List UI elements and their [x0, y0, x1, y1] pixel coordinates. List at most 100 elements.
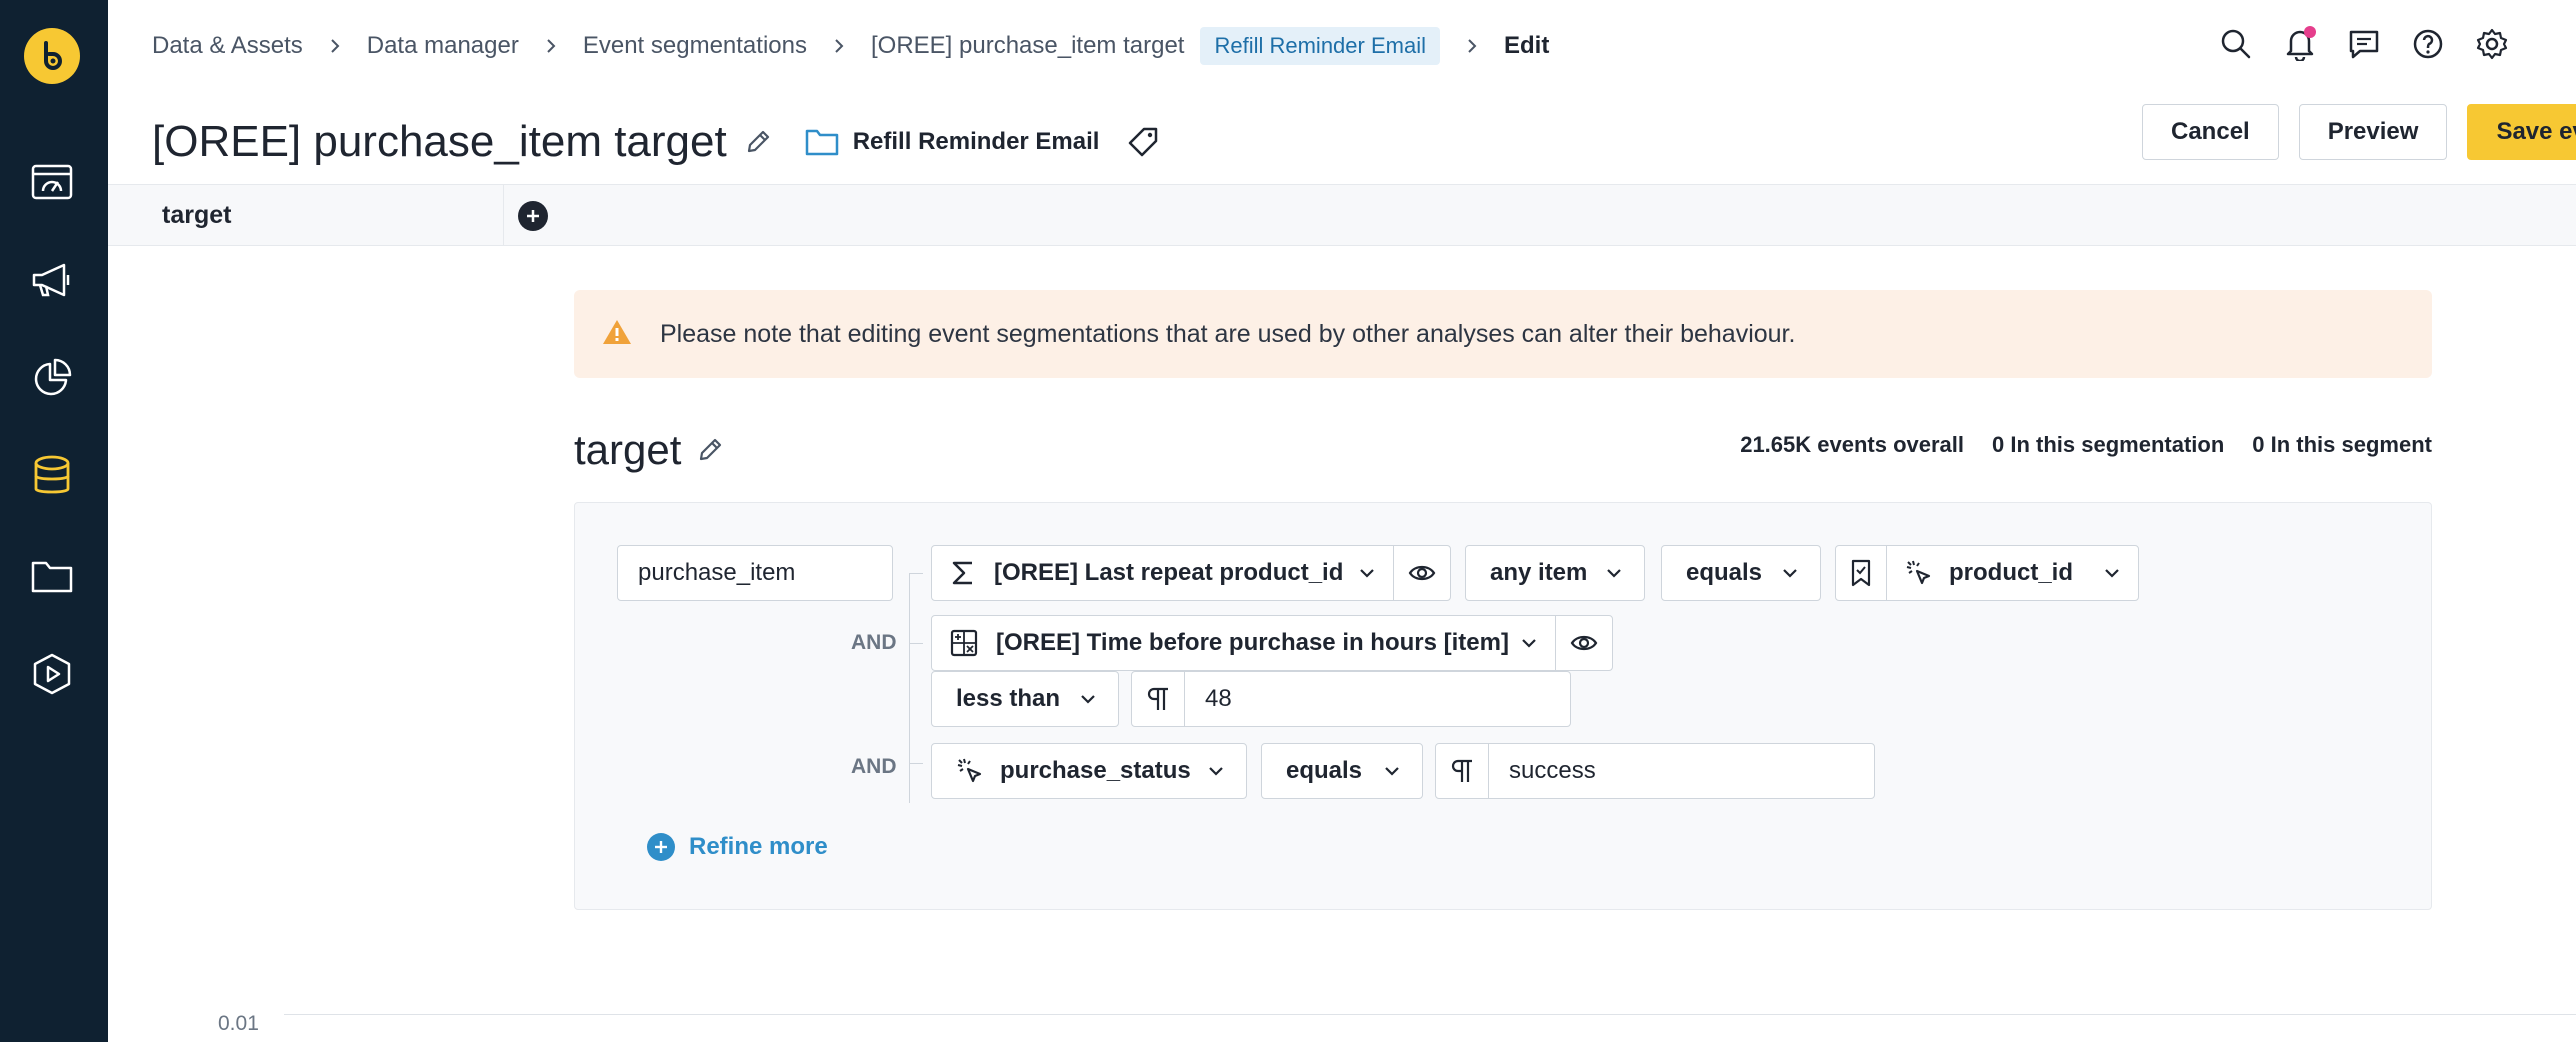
breadcrumb-data-manager[interactable]: Data manager [367, 32, 519, 60]
chart-y-tick: 0.01 [218, 1012, 259, 1035]
plus-circle-icon [647, 833, 675, 861]
text-type-pilcrow-icon [1436, 744, 1488, 798]
preview-button[interactable]: Preview [2298, 104, 2448, 160]
chevron-right-icon [1466, 37, 1478, 55]
calculator-expression-icon [950, 629, 978, 657]
save-button[interactable]: Save eve [2467, 104, 2576, 160]
logo-icon[interactable] [24, 28, 80, 84]
row3-attribute-select[interactable]: purchase_status [931, 743, 1247, 799]
and-operator: AND [851, 755, 897, 778]
filter-panel: purchase_item [OREE] Last repeat product… [574, 502, 2432, 910]
row1-value-label: product_id [1949, 559, 2073, 586]
chevron-right-icon [545, 37, 557, 55]
row1-attribute-label: [OREE] Last repeat product_id [994, 559, 1344, 586]
segment-title-text: target [574, 426, 682, 473]
data-database-icon[interactable] [28, 452, 76, 500]
row3-value-input[interactable]: success [1435, 743, 1875, 799]
segment-title: target [574, 420, 723, 480]
edit-segment-pencil-icon[interactable] [697, 437, 723, 463]
row1-quantifier-label: any item [1490, 559, 1588, 586]
chevron-down-icon [1384, 766, 1400, 776]
header-actions: Cancel Preview Save eve [2142, 104, 2576, 160]
stat-events-overall: 21.65K events overall [1740, 432, 1965, 457]
row2-attribute-select[interactable]: [OREE] Time before purchase in hours [it… [931, 615, 1613, 671]
tag-icon[interactable] [1127, 126, 1159, 158]
row1-operator-label: equals [1686, 559, 1763, 586]
page-title: [OREE] purchase_item target [152, 117, 727, 166]
chevron-down-icon [1521, 638, 1537, 648]
alert-text: Please note that editing event segmentat… [660, 319, 1796, 348]
row1-attribute-select[interactable]: [OREE] Last repeat product_id [931, 545, 1451, 601]
tree-branch [909, 643, 923, 644]
dashboard-icon[interactable] [28, 158, 76, 206]
cursor-click-icon [956, 757, 984, 785]
cursor-click-icon [1905, 559, 1933, 587]
chevron-right-icon [329, 37, 341, 55]
row2-operator-select[interactable]: less than [931, 671, 1119, 727]
help-icon[interactable] [2408, 24, 2448, 64]
sum-aggregate-icon [950, 559, 976, 587]
analyses-pie-icon[interactable] [28, 354, 76, 402]
bookmark-icon[interactable] [1836, 546, 1886, 600]
title-row: [OREE] purchase_item target Refill Remin… [152, 112, 1159, 172]
settings-gear-icon[interactable] [2472, 24, 2512, 64]
row3-operator-label: equals [1286, 757, 1363, 784]
breadcrumb: Data & Assets Data manager Event segment… [152, 27, 1550, 65]
scenarios-play-icon[interactable] [28, 650, 76, 698]
cancel-button[interactable]: Cancel [2142, 104, 2279, 160]
warning-icon [602, 318, 632, 351]
breadcrumb-segmentation[interactable]: [OREE] purchase_item target [871, 32, 1184, 60]
row3-attribute-label: purchase_status [1000, 757, 1191, 784]
row2-value-text: 48 [1205, 685, 1232, 712]
row2-operator-label: less than [956, 685, 1061, 712]
event-selector[interactable]: purchase_item [617, 545, 893, 601]
breadcrumb-folder-badge[interactable]: Refill Reminder Email [1200, 27, 1440, 65]
sidebar [0, 0, 108, 1042]
segment-stats: 21.65K events overall 0 In this segmenta… [1740, 432, 2432, 458]
chevron-down-icon [1208, 766, 1224, 776]
stat-in-segment: 0 In this segment [2252, 432, 2432, 457]
row2-attribute-label: [OREE] Time before purchase in hours [it… [996, 629, 1509, 656]
notifications-bell-icon[interactable] [2280, 24, 2320, 64]
chevron-down-icon [1359, 568, 1375, 578]
assets-folder-icon[interactable] [28, 552, 76, 600]
tab-target[interactable]: target [108, 185, 504, 245]
row1-operator-select[interactable]: equals [1661, 545, 1821, 601]
and-operator: AND [851, 631, 897, 654]
edit-title-pencil-icon[interactable] [745, 129, 771, 155]
notification-dot [2304, 26, 2316, 38]
folder-name: Refill Reminder Email [852, 128, 1100, 155]
refine-more-label: Refine more [689, 833, 828, 860]
folder-icon [805, 129, 838, 156]
folder-selector[interactable]: Refill Reminder Email [805, 128, 1100, 156]
row3-value-text: success [1509, 757, 1596, 784]
header: Data & Assets Data manager Event segment… [108, 0, 2576, 184]
refine-more-button[interactable]: Refine more [647, 833, 828, 861]
row3-operator-select[interactable]: equals [1261, 743, 1423, 799]
chevron-right-icon [833, 37, 845, 55]
row1-value-select[interactable]: product_id [1835, 545, 2139, 601]
search-icon[interactable] [2216, 24, 2256, 64]
chevron-down-icon [1782, 568, 1798, 578]
stat-in-segmentation: 0 In this segmentation [1992, 432, 2225, 457]
chevron-down-icon [1606, 568, 1622, 578]
row2-visibility-eye-icon[interactable] [1556, 616, 1612, 670]
segment-tabs: target [108, 184, 2576, 246]
text-type-pilcrow-icon [1132, 672, 1184, 726]
tree-branch [909, 573, 923, 574]
filter-tree-line [909, 573, 910, 803]
add-segment-plus-icon[interactable] [518, 201, 548, 231]
chevron-down-icon [1080, 694, 1096, 704]
top-toolbar [2216, 24, 2512, 64]
breadcrumb-event-segmentations[interactable]: Event segmentations [583, 32, 807, 60]
event-name: purchase_item [638, 559, 796, 586]
row1-quantifier-select[interactable]: any item [1465, 545, 1645, 601]
warning-alert: Please note that editing event segmentat… [574, 290, 2432, 378]
breadcrumb-data-assets[interactable]: Data & Assets [152, 32, 303, 60]
row1-visibility-eye-icon[interactable] [1394, 546, 1450, 600]
chevron-down-icon [2104, 568, 2120, 578]
campaigns-megaphone-icon[interactable] [28, 256, 76, 304]
breadcrumb-current: Edit [1503, 32, 1550, 59]
messages-chat-icon[interactable] [2344, 24, 2384, 64]
row2-value-input[interactable]: 48 [1131, 671, 1571, 727]
